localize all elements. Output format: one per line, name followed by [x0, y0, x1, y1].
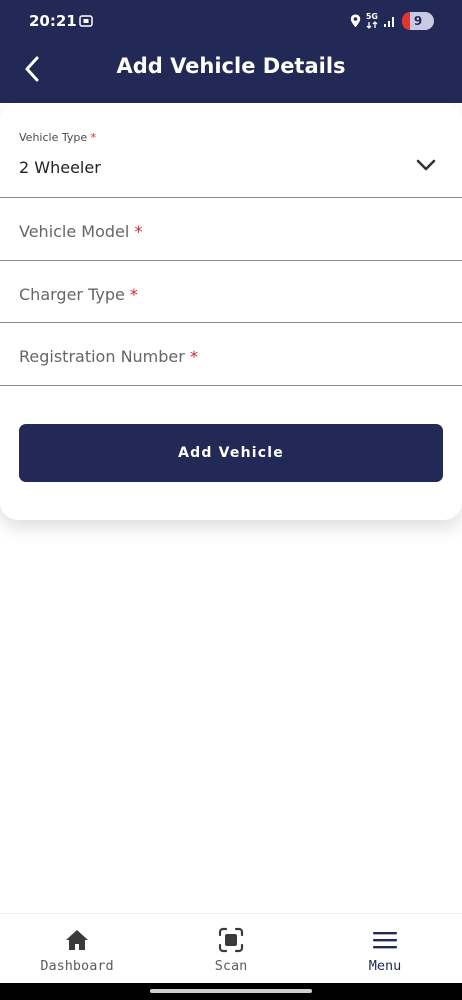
status-icons: 5G 9	[350, 11, 434, 31]
vehicle-type-label: Vehicle Type *	[19, 131, 97, 144]
signal-icon	[384, 17, 394, 27]
required-mark: *	[134, 222, 143, 241]
scan-icon	[218, 927, 244, 953]
system-gesture-bar	[0, 983, 462, 1000]
menu-icon	[373, 932, 397, 949]
charger-type-field[interactable]: Charger Type *	[0, 261, 462, 323]
status-bar: 20:21 5G 9	[0, 0, 462, 44]
network-5g-icon: 5G	[366, 13, 378, 29]
nav-menu-label: Menu	[368, 958, 402, 974]
home-icon	[66, 930, 88, 950]
required-mark: *	[90, 131, 97, 144]
bottom-navigation: Dashboard Scan Menu	[0, 913, 462, 983]
status-time: 20:21	[29, 12, 77, 30]
nav-menu[interactable]: Menu	[308, 914, 462, 984]
add-vehicle-button[interactable]: Add Vehicle	[19, 424, 443, 482]
vehicle-type-value: 2 Wheeler	[19, 158, 101, 177]
required-mark: *	[189, 347, 198, 366]
nav-dashboard-label: Dashboard	[40, 958, 114, 974]
vehicle-model-field[interactable]: Vehicle Model *	[0, 198, 462, 261]
nav-dashboard[interactable]: Dashboard	[0, 914, 154, 984]
chevron-down-icon	[416, 159, 436, 171]
home-gesture-handle[interactable]	[150, 989, 312, 993]
vehicle-type-dropdown[interactable]: Vehicle Type * 2 Wheeler	[0, 103, 462, 198]
nav-scan-label: Scan	[214, 958, 248, 974]
screen-record-icon	[79, 15, 93, 27]
vehicle-model-placeholder: Vehicle Model *	[19, 222, 143, 241]
registration-number-placeholder: Registration Number *	[19, 347, 198, 366]
required-mark: *	[129, 285, 138, 304]
charger-type-placeholder: Charger Type *	[19, 285, 138, 304]
app-header: 20:21 5G 9 Add Vehicle Details	[0, 0, 462, 103]
nav-scan[interactable]: Scan	[154, 914, 308, 984]
registration-number-field[interactable]: Registration Number *	[0, 323, 462, 386]
page-title: Add Vehicle Details	[116, 54, 346, 78]
battery-level: 9	[413, 14, 423, 28]
battery-icon: 9	[402, 12, 434, 30]
location-icon	[350, 14, 361, 28]
vehicle-form-card: Vehicle Type * 2 Wheeler Vehicle Model *…	[0, 103, 462, 520]
